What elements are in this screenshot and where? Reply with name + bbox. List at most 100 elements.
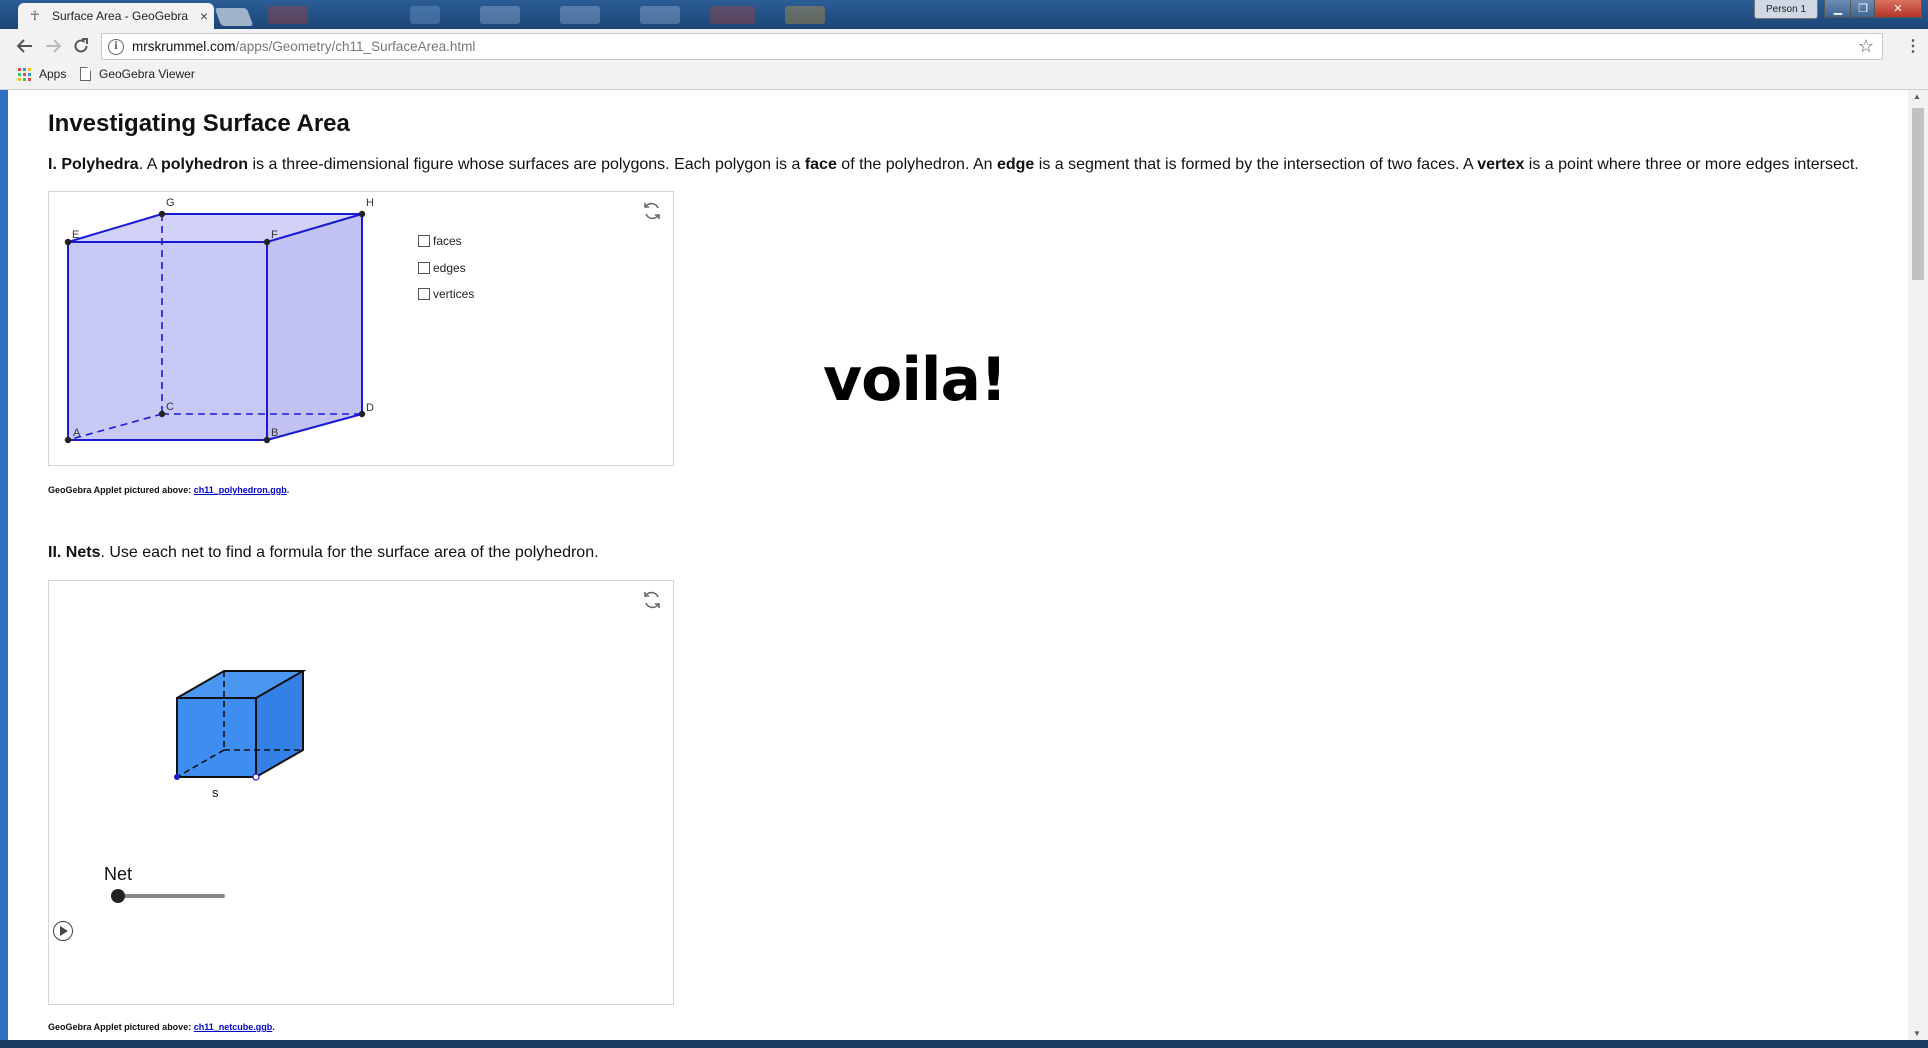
bookmark-apps[interactable]: Apps	[18, 67, 66, 81]
checkbox-faces[interactable]: faces	[418, 234, 462, 248]
checkbox-label: edges	[433, 261, 466, 275]
term-face: face	[804, 156, 837, 173]
browser-tab-active[interactable]: ☥ Surface Area - GeoGebra ×	[18, 3, 214, 29]
vertex-point	[174, 774, 180, 780]
vertex-point	[252, 773, 260, 781]
back-arrow-icon	[16, 39, 32, 53]
geogebra-applet-netcube[interactable]: s Net	[48, 580, 674, 1005]
applet-caption-2: GeoGebra Applet pictured above: ch11_net…	[48, 1022, 275, 1032]
reload-icon	[74, 38, 88, 53]
vertex-point	[64, 238, 72, 246]
vertex-label-g: G	[166, 197, 175, 209]
site-info-icon[interactable]: i	[108, 38, 124, 55]
term-polyhedron: polyhedron	[160, 156, 249, 173]
vertex-point	[263, 238, 271, 246]
background-ghost	[785, 6, 825, 24]
applet-reset-icon[interactable]	[641, 200, 663, 222]
net-cube-diagram: s	[174, 670, 307, 800]
page-title: Investigating Surface Area	[48, 110, 350, 137]
vertex-point	[263, 436, 271, 444]
caption-text: GeoGebra Applet pictured above:	[48, 485, 194, 495]
caption-text: .	[286, 485, 290, 495]
play-animation-button[interactable]	[53, 921, 73, 941]
url-path: /apps/Geometry/ch11_SurfaceArea.html	[235, 39, 476, 54]
net-slider[interactable]	[111, 894, 225, 898]
checkbox-box[interactable]	[418, 288, 430, 300]
background-ghost	[710, 6, 755, 24]
checkbox-edges[interactable]: edges	[418, 261, 466, 275]
section-heading: II. Nets	[48, 544, 101, 561]
background-ghost	[268, 6, 308, 24]
profile-button[interactable]: Person 1	[1754, 0, 1818, 19]
bookmark-label: GeoGebra Viewer	[99, 67, 195, 81]
section-nets-text: II. Nets. Use each net to find a formula…	[48, 544, 599, 562]
vertex-label-a: A	[73, 427, 81, 439]
restore-button[interactable]: ❐	[1850, 0, 1876, 18]
bookmarks-bar: Apps GeoGebra Viewer	[0, 63, 1928, 90]
term-vertex: vertex	[1477, 156, 1525, 173]
checkbox-label: vertices	[433, 287, 475, 301]
background-ghost	[410, 6, 440, 24]
caption-text: .	[272, 1022, 275, 1032]
text-run: is a segment that is formed by the inter…	[1034, 156, 1478, 173]
vertex-point	[358, 210, 366, 218]
vertex-point	[158, 210, 166, 218]
forward-button[interactable]	[40, 34, 66, 58]
text-run: is a three-dimensional figure whose surf…	[248, 156, 805, 173]
section-polyhedra-text: I. Polyhedra. A polyhedron is a three-di…	[48, 156, 1859, 174]
page-content: Investigating Surface Area I. Polyhedra.…	[8, 90, 1908, 1040]
scroll-down-icon[interactable]: ▼	[1913, 1029, 1921, 1038]
os-taskbar	[0, 1040, 1928, 1048]
browser-toolbar: i mrskrummel.com/apps/Geometry/ch11_Surf…	[0, 29, 1928, 63]
vertex-label-b: B	[271, 427, 278, 439]
text-run: of the polyhedron. An	[836, 156, 997, 173]
vertical-scrollbar[interactable]: ▲ ▼	[1908, 90, 1928, 1040]
page-icon	[80, 67, 91, 81]
close-window-button[interactable]: ✕	[1874, 0, 1922, 18]
background-ghost	[640, 6, 680, 24]
vertex-label-d: D	[366, 402, 374, 414]
checkbox-box[interactable]	[418, 235, 430, 247]
bookmark-geogebra-viewer[interactable]: GeoGebra Viewer	[80, 67, 195, 81]
forward-arrow-icon	[46, 39, 62, 53]
checkbox-label: faces	[433, 234, 462, 248]
section-heading: I. Polyhedra	[48, 156, 139, 173]
term-edge: edge	[996, 156, 1035, 173]
minimize-button[interactable]: ▁	[1824, 0, 1852, 18]
checkbox-vertices[interactable]: vertices	[418, 287, 474, 301]
back-button[interactable]	[12, 34, 38, 58]
ggb-file-link[interactable]: ch11_polyhedron.ggb	[194, 485, 287, 495]
vertex-label-h: H	[366, 197, 374, 209]
geogebra-applet-polyhedron[interactable]: A B C D E F G H faces edges vertices	[48, 191, 674, 466]
tab-close-icon[interactable]: ×	[194, 8, 214, 24]
scrollbar-thumb[interactable]	[1912, 108, 1924, 280]
apps-grid-icon	[18, 67, 31, 81]
checkbox-box[interactable]	[418, 262, 430, 274]
caption-text: GeoGebra Applet pictured above:	[48, 1022, 194, 1032]
reload-button[interactable]	[68, 34, 94, 58]
net-slider-handle[interactable]	[111, 889, 125, 903]
text-run: . Use each net to find a formula for the…	[100, 544, 599, 561]
new-tab-button[interactable]	[214, 8, 254, 26]
browser-menu-icon[interactable]: ⋮	[1905, 36, 1921, 56]
applet-caption-1: GeoGebra Applet pictured above: ch11_pol…	[48, 485, 289, 495]
ggb-file-link[interactable]: ch11_netcube.ggb	[194, 1022, 273, 1032]
url-host: mrskrummel.com	[132, 39, 236, 54]
vertex-point	[358, 410, 366, 418]
scroll-up-icon[interactable]: ▲	[1913, 92, 1921, 101]
bookmark-star-icon[interactable]: ☆	[1858, 36, 1874, 57]
tab-title: Surface Area - GeoGebra	[52, 9, 189, 23]
edge-length-label: s	[212, 785, 219, 800]
background-ghost	[560, 6, 600, 24]
address-bar[interactable]: i mrskrummel.com/apps/Geometry/ch11_Surf…	[101, 33, 1883, 60]
vertex-label-f: F	[271, 229, 278, 241]
cube-diagram: A B C D E F G H	[64, 197, 374, 444]
window-left-edge	[0, 90, 8, 1040]
overlay-annotation: voila!	[823, 345, 1007, 415]
vertex-label-e: E	[72, 229, 79, 241]
vertex-point	[158, 410, 166, 418]
text-run: . A	[138, 156, 161, 173]
applet-reset-icon[interactable]	[641, 589, 663, 611]
geogebra-favicon-icon: ☥	[30, 8, 40, 23]
background-ghost	[480, 6, 520, 24]
